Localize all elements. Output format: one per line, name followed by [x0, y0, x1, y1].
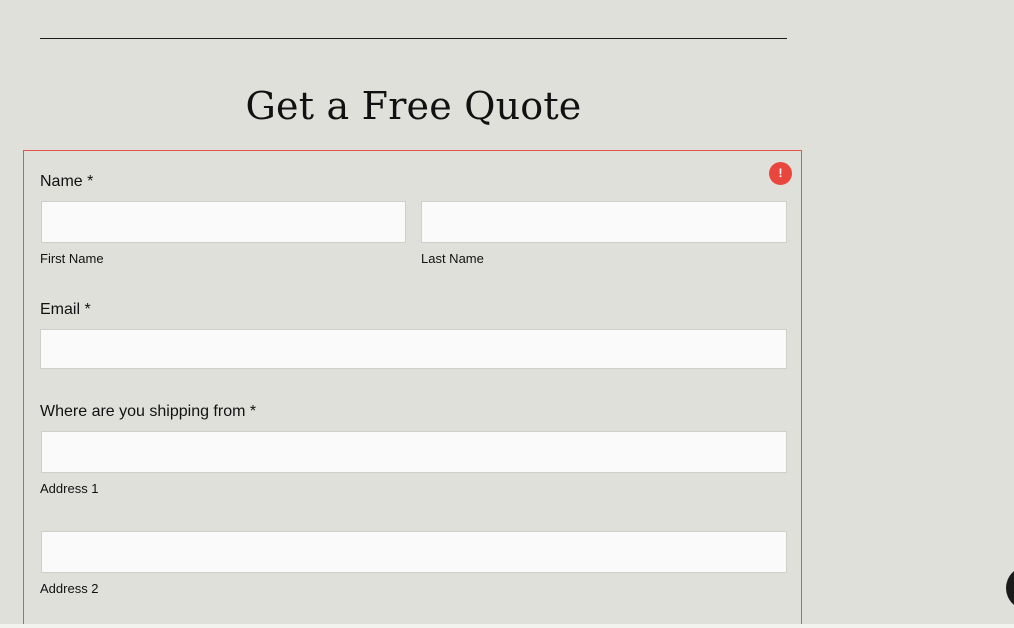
shipping-from-label: Where are you shipping from *: [40, 403, 257, 420]
first-name-sublabel: First Name: [40, 251, 104, 266]
page-title: Get a Free Quote: [245, 84, 582, 128]
bottom-edge-bar: [0, 624, 1014, 628]
address2-input[interactable]: [41, 531, 787, 573]
section-divider: [40, 38, 787, 39]
address1-input[interactable]: [41, 431, 787, 473]
email-input[interactable]: [40, 329, 787, 369]
error-alert-icon: !: [769, 162, 792, 185]
email-label: Email *: [40, 301, 91, 318]
address2-sublabel: Address 2: [40, 581, 99, 596]
first-name-input[interactable]: [41, 201, 406, 243]
address1-sublabel: Address 1: [40, 481, 99, 496]
chat-widget-button[interactable]: [1006, 566, 1014, 610]
last-name-input[interactable]: [421, 201, 787, 243]
last-name-sublabel: Last Name: [421, 251, 484, 266]
name-label: Name *: [40, 173, 94, 190]
